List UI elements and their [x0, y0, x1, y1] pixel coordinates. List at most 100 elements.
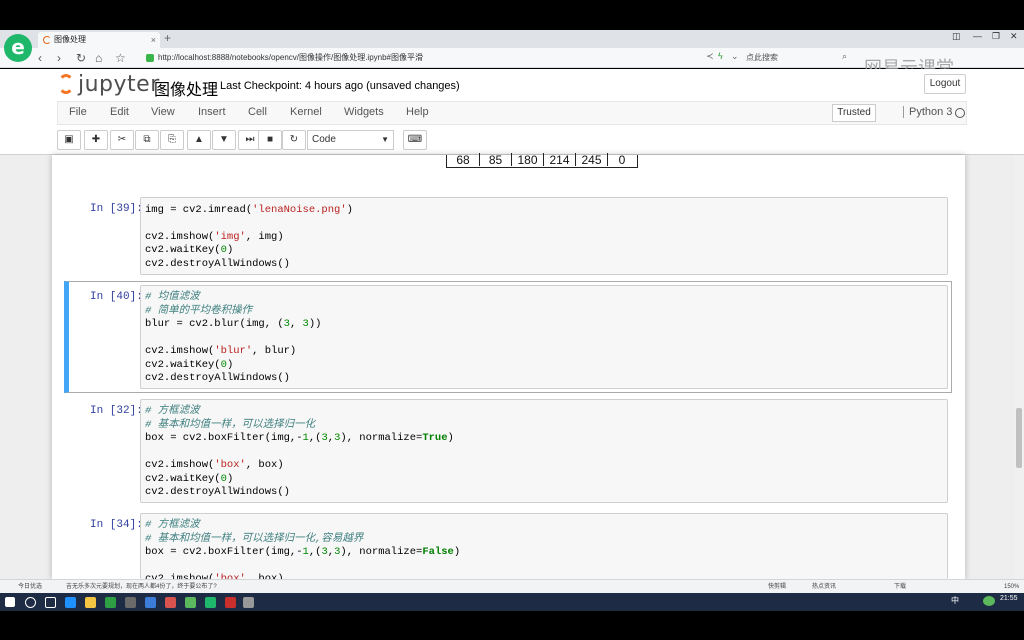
logout-button[interactable]: Logout — [924, 74, 966, 94]
cell-type-value: Code — [312, 134, 336, 145]
move-up-icon[interactable]: ▲ — [187, 130, 211, 150]
search-icon[interactable]: ⌕ — [842, 51, 847, 62]
status-left[interactable]: 今日优选 — [18, 580, 42, 594]
code-comment: # 基本和均值一样，可以选择归一化,容易越界 — [145, 533, 364, 545]
vertical-scrollbar[interactable] — [1014, 155, 1024, 579]
lightning-icon[interactable]: ϟ — [718, 51, 723, 61]
start-icon[interactable] — [5, 597, 15, 607]
back-icon[interactable]: ‹ — [38, 49, 42, 67]
app-icon[interactable] — [243, 597, 254, 608]
move-down-icon[interactable]: ▼ — [212, 130, 236, 150]
url-input[interactable]: http://localhost:8888/notebooks/opencv/图… — [144, 50, 704, 66]
app-icon[interactable] — [225, 597, 236, 608]
browser-tab[interactable]: 图像处理 × — [38, 32, 160, 48]
forward-icon[interactable]: › — [57, 49, 61, 67]
code-cell-input[interactable]: # 均值滤波 # 简单的平均卷积操作 blur = cv2.blur(img, … — [140, 285, 948, 389]
reload-icon[interactable]: ↻ — [76, 49, 86, 67]
status-item[interactable]: 热点资讯 — [812, 580, 836, 594]
interrupt-icon[interactable]: ■ — [258, 130, 282, 150]
code-cell-input[interactable]: # 方框滤波 # 基本和均值一样，可以选择归一化 box = cv2.boxFi… — [140, 399, 948, 503]
code-line: blur = cv2.blur(img, (3, 3)) — [145, 318, 322, 330]
kernel-name: Python 3 — [903, 106, 952, 118]
code-cell-input[interactable]: img = cv2.imread('lenaNoise.png') cv2.im… — [140, 197, 948, 275]
cell-prompt: In [34]: — [90, 519, 143, 531]
explorer-icon[interactable] — [85, 597, 96, 608]
task-view-icon[interactable] — [45, 597, 56, 608]
jupyter-favicon-icon — [43, 36, 51, 44]
menu-cell[interactable]: Cell — [248, 106, 267, 118]
app-icon[interactable] — [105, 597, 116, 608]
app-icon[interactable] — [185, 597, 196, 608]
zoom-level[interactable]: 150% — [1004, 580, 1019, 594]
code-line: cv2.waitKey(0) — [145, 359, 234, 371]
output-table-fragment: 68 85 180 214 245 0 — [446, 153, 638, 168]
restart-icon[interactable]: ↻ — [282, 130, 306, 150]
code-cell-input[interactable]: # 方框滤波 # 基本和均值一样，可以选择归一化,容易越界 box = cv2.… — [140, 513, 948, 579]
save-icon[interactable]: ▣ — [57, 130, 81, 150]
table-cell: 214 — [543, 153, 575, 167]
chevron-down-icon[interactable]: ⌄ — [731, 51, 739, 62]
url-text: http://localhost:8888/notebooks/opencv/图… — [158, 53, 424, 62]
status-news[interactable]: 吉无乐多次元要规划，现在两人都4份了，终于要公布了? — [66, 580, 217, 594]
search-placeholder: 点此搜索 — [746, 53, 778, 62]
app-icon[interactable] — [145, 597, 156, 608]
maximize-icon[interactable]: ❐ — [992, 31, 1000, 42]
checkpoint-status: Last Checkpoint: 4 hours ago (unsaved ch… — [220, 80, 460, 92]
jupyter-orbit-icon — [58, 74, 74, 94]
close-window-icon[interactable]: ✕ — [1010, 31, 1018, 42]
code-comment: # 均值滤波 — [145, 291, 200, 303]
screen: e 图像处理 × + ◫ — ❐ ✕ ‹ › ↻ ⌂ ☆ http://loca… — [0, 0, 1024, 640]
minimize-icon[interactable]: — — [973, 31, 982, 41]
menu-widgets[interactable]: Widgets — [344, 106, 384, 118]
cell-prompt: In [40]: — [90, 291, 143, 303]
code-line: cv2.imshow('box', box) — [145, 459, 284, 471]
jupyter-logo-text: jupyter — [78, 72, 160, 97]
table-cell: 85 — [479, 153, 511, 167]
trusted-badge[interactable]: Trusted — [832, 104, 876, 122]
secure-icon — [146, 54, 154, 62]
search-icon[interactable] — [25, 597, 36, 608]
code-line: cv2.destroyAllWindows() — [145, 486, 290, 498]
table-cell: 180 — [511, 153, 543, 167]
status-item[interactable]: 快剪辑 — [768, 580, 786, 594]
menu-insert[interactable]: Insert — [198, 106, 226, 118]
ime-indicator[interactable]: 中 — [951, 595, 959, 606]
keyboard-icon[interactable]: ⌨ — [403, 130, 427, 150]
status-item[interactable]: 下载 — [894, 580, 906, 594]
code-line: cv2.imshow('blur', blur) — [145, 345, 297, 357]
edge-icon[interactable] — [65, 597, 76, 608]
code-comment: # 方框滤波 — [145, 405, 200, 417]
clock[interactable]: 21:55 — [1000, 595, 1018, 602]
menu-kernel[interactable]: Kernel — [290, 106, 322, 118]
browser-taskbar-icon[interactable] — [205, 597, 216, 608]
app-icon[interactable] — [165, 597, 176, 608]
caret-down-icon: ▼ — [381, 135, 389, 144]
search-input[interactable]: 点此搜索 — [746, 50, 856, 66]
scrollbar-thumb[interactable] — [1016, 408, 1022, 468]
table-cell: 245 — [575, 153, 607, 167]
cell-type-select[interactable]: Code ▼ — [307, 130, 394, 150]
notebook-name[interactable]: 图像处理 — [154, 76, 218, 100]
insert-cell-icon[interactable]: ✚ — [84, 130, 108, 150]
bookmark-star-icon[interactable]: ☆ — [115, 49, 126, 67]
share-icon[interactable]: ≺ — [706, 51, 714, 62]
menu-bar — [57, 101, 967, 125]
menu-file[interactable]: File — [69, 106, 87, 118]
skin-icon[interactable]: ◫ — [952, 31, 961, 42]
home-icon[interactable]: ⌂ — [95, 49, 102, 67]
menu-help[interactable]: Help — [406, 106, 429, 118]
kernel-status-icon — [955, 108, 965, 118]
cut-icon[interactable]: ✂ — [110, 130, 134, 150]
app-icon[interactable] — [125, 597, 136, 608]
close-tab-icon[interactable]: × — [151, 32, 156, 48]
menu-edit[interactable]: Edit — [110, 106, 129, 118]
code-line: cv2.destroyAllWindows() — [145, 258, 290, 270]
new-tab-button[interactable]: + — [164, 31, 171, 45]
cell-prompt: In [39]: — [90, 203, 143, 215]
notification-icon[interactable] — [983, 596, 995, 606]
menu-view[interactable]: View — [151, 106, 175, 118]
code-line: cv2.waitKey(0) — [145, 244, 234, 256]
copy-icon[interactable]: ⧉ — [135, 130, 159, 150]
paste-icon[interactable]: ⎘ — [160, 130, 184, 150]
code-line: img = cv2.imread('lenaNoise.png') — [145, 204, 353, 216]
